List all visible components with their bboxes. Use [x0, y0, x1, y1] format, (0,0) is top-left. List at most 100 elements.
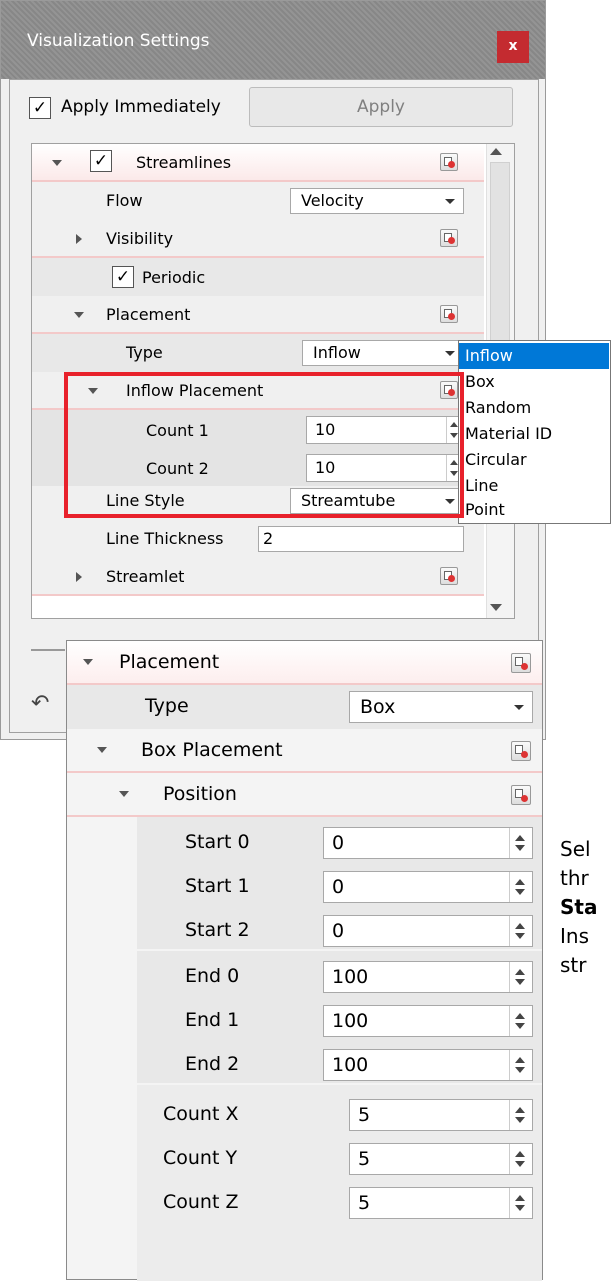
apply-immediately-label: Apply Immediately	[61, 97, 221, 117]
end2-spinbox[interactable]: 100	[323, 1049, 533, 1081]
tree-row-placement[interactable]: Placement	[32, 296, 484, 334]
expand-arrow-icon[interactable]	[76, 234, 82, 244]
dropdown-option-material-id[interactable]: Material ID	[459, 421, 609, 447]
type-value: Box	[360, 696, 396, 718]
countx-spinbox[interactable]: 5	[349, 1099, 533, 1131]
visibility-label: Visibility	[106, 229, 174, 248]
end0-value: 100	[332, 966, 369, 988]
reset-icon[interactable]	[440, 305, 458, 323]
countz-spinbox[interactable]: 5	[349, 1187, 533, 1219]
spin-arrows-icon[interactable]	[509, 1050, 532, 1080]
start2-label: Start 2	[185, 919, 250, 941]
spin-arrows-icon[interactable]	[509, 916, 532, 946]
dropdown-option-box[interactable]: Box	[459, 369, 609, 395]
tree-row-placement[interactable]: Placement	[67, 641, 542, 685]
dialog-title: Visualization Settings	[27, 31, 210, 51]
type-combo[interactable]: Box	[349, 691, 533, 723]
start1-label: Start 1	[185, 875, 250, 897]
spin-arrows-icon[interactable]	[509, 1006, 532, 1036]
start0-spinbox[interactable]: 0	[323, 827, 533, 859]
line-thickness-input[interactable]: 2	[258, 526, 464, 552]
countz-value: 5	[358, 1192, 371, 1214]
spin-arrows-icon[interactable]	[509, 1100, 532, 1130]
side-text: Sel thr Sta Ins str	[560, 835, 611, 980]
reset-icon[interactable]	[511, 785, 531, 805]
reset-icon[interactable]	[511, 741, 531, 761]
tree-row-type: Type Box	[67, 685, 542, 729]
chevron-down-icon	[445, 351, 455, 356]
chevron-down-icon	[514, 705, 524, 710]
reset-icon[interactable]	[511, 653, 531, 673]
tree-row-visibility[interactable]: Visibility	[32, 220, 484, 258]
type-combo[interactable]: Inflow	[302, 340, 464, 366]
type-label: Type	[126, 343, 163, 362]
tree-row-flow: Flow Velocity	[32, 182, 484, 220]
tree-row-line-thickness: Line Thickness 2	[32, 520, 484, 558]
scroll-up-icon[interactable]	[490, 148, 502, 155]
tree-row-position[interactable]: Position	[67, 773, 542, 817]
countx-label: Count X	[163, 1103, 239, 1125]
dropdown-option-line[interactable]: Line	[459, 473, 609, 499]
streamlines-checkbox[interactable]: ✓	[90, 150, 112, 172]
end1-spinbox[interactable]: 100	[323, 1005, 533, 1037]
start1-value: 0	[332, 876, 345, 898]
expand-arrow-icon[interactable]	[76, 572, 82, 582]
tree-row-streamlines[interactable]: ✓ Streamlines	[32, 144, 484, 182]
type-dropdown-list[interactable]: Inflow Box Random Material ID Circular L…	[458, 340, 611, 524]
dropdown-option-inflow[interactable]: Inflow	[459, 343, 609, 369]
expand-arrow-icon[interactable]	[74, 312, 84, 318]
side-text-line: thr	[560, 866, 589, 890]
start0-label: Start 0	[185, 831, 250, 853]
expand-arrow-icon[interactable]	[97, 747, 107, 753]
scrollbar-thumb[interactable]	[490, 162, 510, 362]
spin-arrows-icon[interactable]	[509, 872, 532, 902]
spin-arrows-icon[interactable]	[509, 1144, 532, 1174]
expand-arrow-icon[interactable]	[52, 160, 62, 166]
start0-value: 0	[332, 832, 345, 854]
streamlines-label: Streamlines	[136, 153, 232, 172]
line-thickness-label: Line Thickness	[106, 529, 224, 548]
dropdown-option-circular[interactable]: Circular	[459, 447, 609, 473]
side-text-line: Sta	[560, 895, 598, 919]
undo-icon[interactable]: ↶	[31, 691, 49, 716]
type-value: Inflow	[313, 343, 361, 362]
box-placement-label: Box Placement	[141, 739, 283, 761]
tree-row-box-placement[interactable]: Box Placement	[67, 729, 542, 773]
end1-label: End 1	[185, 1009, 240, 1031]
placement-label: Placement	[119, 651, 220, 673]
spin-arrows-icon[interactable]	[509, 962, 532, 992]
end0-label: End 0	[185, 965, 240, 987]
flow-combo[interactable]: Velocity	[290, 188, 464, 214]
start1-spinbox[interactable]: 0	[323, 871, 533, 903]
highlight-box	[64, 372, 464, 518]
reset-icon[interactable]	[440, 567, 458, 585]
side-text-line: Sel	[560, 837, 591, 861]
apply-button[interactable]: Apply	[249, 87, 513, 127]
countx-value: 5	[358, 1104, 371, 1126]
box-placement-panel: Placement Type Box Box Placement Positio…	[66, 640, 543, 1281]
periodic-checkbox[interactable]: ✓	[112, 266, 134, 288]
expand-arrow-icon[interactable]	[83, 659, 93, 665]
flow-label: Flow	[106, 191, 143, 210]
spin-arrows-icon[interactable]	[509, 828, 532, 858]
divider	[31, 649, 65, 651]
close-button[interactable]: x	[497, 31, 529, 63]
side-text-line: Ins	[560, 924, 589, 948]
end0-spinbox[interactable]: 100	[323, 961, 533, 993]
scroll-down-icon[interactable]	[490, 604, 502, 611]
tree-row-streamlet[interactable]: Streamlet	[32, 558, 484, 596]
dropdown-option-point[interactable]: Point	[459, 497, 609, 523]
flow-value: Velocity	[301, 191, 364, 210]
dropdown-option-random[interactable]: Random	[459, 395, 609, 421]
tree-row-periodic: ✓ Periodic	[32, 258, 484, 296]
tree-row-type: Type Inflow	[32, 334, 484, 372]
position-label: Position	[163, 783, 237, 805]
county-spinbox[interactable]: 5	[349, 1143, 533, 1175]
apply-immediately-checkbox[interactable]: ✓	[29, 97, 51, 119]
expand-arrow-icon[interactable]	[119, 791, 129, 797]
chevron-down-icon	[445, 199, 455, 204]
start2-spinbox[interactable]: 0	[323, 915, 533, 947]
spin-arrows-icon[interactable]	[509, 1188, 532, 1218]
reset-icon[interactable]	[440, 229, 458, 247]
reset-icon[interactable]	[440, 153, 458, 171]
